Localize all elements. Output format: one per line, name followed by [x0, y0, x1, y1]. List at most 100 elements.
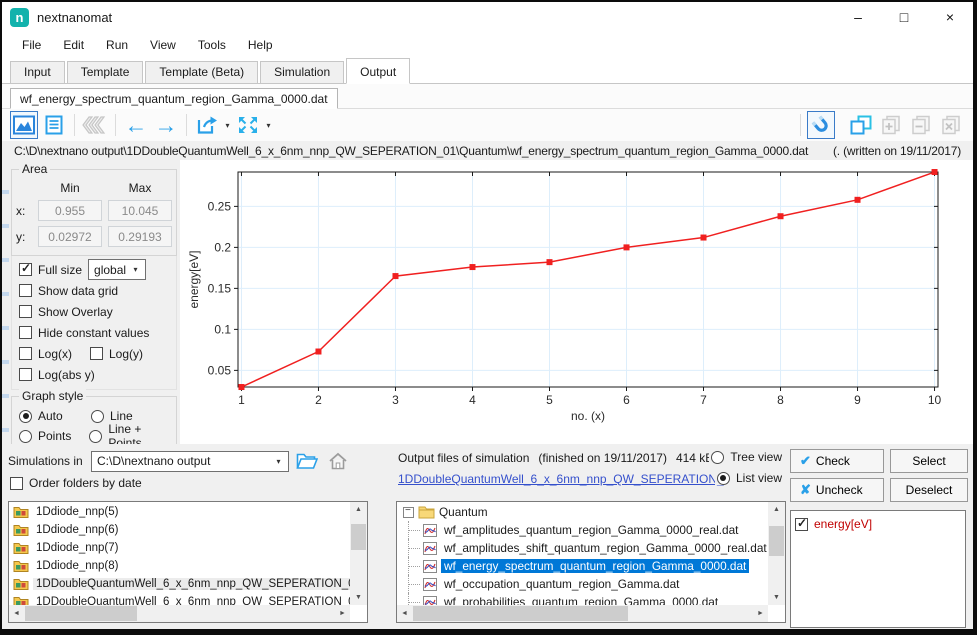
checkbox-box[interactable] [19, 368, 32, 381]
checkbox-box[interactable] [795, 518, 808, 531]
deselect-button[interactable]: Deselect [890, 478, 968, 502]
simulations-path-combobox[interactable]: C:\D\nextnano output [91, 451, 289, 472]
plot-page: Area Min Max x: 0.955 10.045 y: 0.02972 … [2, 160, 973, 444]
scroll-thumb[interactable] [413, 606, 628, 621]
vertical-scrollbar[interactable] [768, 502, 785, 605]
scroll-up-icon[interactable] [350, 502, 367, 517]
svg-text:8: 8 [777, 393, 784, 407]
list-view-radio[interactable]: List view [715, 471, 782, 485]
tab-simulation[interactable]: Simulation [260, 61, 344, 83]
checkbox-box[interactable] [19, 263, 32, 276]
y-min-field[interactable]: 0.02972 [38, 226, 102, 247]
tree-file-row[interactable]: wf_amplitudes_shift_quantum_region_Gamma… [398, 539, 768, 557]
export-button[interactable] [193, 111, 221, 139]
fullscreen-button[interactable] [234, 111, 262, 139]
splitter-handle[interactable] [2, 160, 9, 444]
folder-item[interactable]: 1Ddiode_nnp(6) [10, 521, 350, 539]
checkbox-box[interactable] [19, 305, 32, 318]
tab-input[interactable]: Input [10, 61, 65, 83]
uncheck-button[interactable]: Uncheck [790, 478, 884, 502]
radio-button[interactable] [711, 451, 724, 464]
radio-button[interactable] [19, 430, 32, 443]
tab-output[interactable]: Output [346, 58, 410, 84]
scroll-right-icon[interactable] [753, 605, 768, 622]
tree-file-row[interactable]: wf_occupation_quantum_region_Gamma.dat [398, 575, 768, 593]
order-folders-checkbox[interactable]: Order folders by date [8, 473, 370, 493]
app-logo-icon: n [10, 8, 29, 27]
forward-button[interactable]: → [152, 111, 180, 139]
checkbox-box[interactable] [19, 326, 32, 339]
menu-run[interactable]: Run [95, 38, 139, 52]
radio-points[interactable]: Points [19, 429, 89, 443]
dataset-item-energy[interactable]: energy[eV] [795, 516, 961, 532]
collapse-expander-icon[interactable] [403, 507, 414, 518]
radio-line[interactable]: Line [91, 409, 133, 423]
tree-file-row-selected[interactable]: wf_energy_spectrum_quantum_region_Gamma_… [398, 557, 768, 575]
log-x-checkbox[interactable] [19, 347, 32, 360]
scroll-thumb[interactable] [769, 526, 784, 556]
minimize-button[interactable]: – [835, 2, 881, 32]
tree-view-radio[interactable]: Tree view [709, 450, 782, 464]
snap-magnet-button[interactable] [807, 111, 835, 139]
checkbox-box[interactable] [10, 477, 23, 490]
tree-file-row[interactable]: wf_amplitudes_quantum_region_Gamma_0000_… [398, 521, 768, 539]
show-data-grid-checkbox[interactable]: Show data grid [12, 280, 176, 301]
radio-button[interactable] [91, 410, 104, 423]
scope-combobox[interactable]: global [88, 259, 146, 280]
menu-help[interactable]: Help [237, 38, 284, 52]
export-icon [196, 115, 218, 135]
show-overlay-checkbox[interactable]: Show Overlay [12, 301, 176, 322]
home-button[interactable] [325, 449, 351, 473]
svg-text:0.25: 0.25 [208, 199, 232, 213]
scroll-left-icon[interactable] [397, 605, 412, 622]
maximize-button[interactable]: □ [881, 2, 927, 32]
export-dropdown-caret[interactable] [223, 121, 232, 130]
select-button[interactable]: Select [890, 449, 968, 473]
browse-folder-button[interactable] [294, 449, 320, 473]
tab-template-beta[interactable]: Template (Beta) [145, 61, 258, 83]
menu-file[interactable]: File [11, 38, 52, 52]
tab-template[interactable]: Template [67, 61, 144, 83]
back-button[interactable]: ← [122, 111, 150, 139]
radio-button[interactable] [19, 410, 32, 423]
radio-button[interactable] [89, 430, 102, 443]
open-file-tab[interactable]: wf_energy_spectrum_quantum_region_Gamma_… [10, 88, 338, 109]
text-view-button[interactable] [40, 111, 68, 139]
scroll-down-icon[interactable] [768, 590, 785, 605]
simulation-link[interactable]: 1DDoubleQuantumWell_6_x_6nm_nnp_QW_SEPER… [398, 472, 737, 486]
horizontal-scrollbar[interactable] [9, 605, 350, 622]
folder-item[interactable]: 1Ddiode_nnp(5) [10, 503, 350, 521]
menu-tools[interactable]: Tools [187, 38, 237, 52]
scroll-thumb[interactable] [351, 524, 366, 550]
fullscreen-dropdown-caret[interactable] [264, 121, 273, 130]
checkbox-box[interactable] [19, 284, 32, 297]
scroll-thumb[interactable] [25, 606, 137, 621]
folder-item[interactable]: 1Ddiode_nnp(8) [10, 557, 350, 575]
close-button[interactable]: × [927, 2, 973, 32]
menu-edit[interactable]: Edit [52, 38, 95, 52]
scroll-up-icon[interactable] [768, 502, 785, 517]
tree-folder-row[interactable]: Quantum [398, 503, 768, 521]
scroll-left-icon[interactable] [9, 605, 24, 622]
hide-constant-values-checkbox[interactable]: Hide constant values [12, 322, 176, 343]
scroll-right-icon[interactable] [335, 605, 350, 622]
folder-item[interactable]: 1Ddiode_nnp(7) [10, 539, 350, 557]
x-max-field[interactable]: 10.045 [108, 200, 172, 221]
copy-pages-button[interactable] [847, 111, 875, 139]
log-abs-y-checkbox[interactable]: Log(abs y) [12, 364, 176, 385]
folder-item-selected[interactable]: 1DDoubleQuantumWell_6_x_6nm_nnp_QW_SEPER… [10, 575, 350, 593]
horizontal-scrollbar[interactable] [397, 605, 768, 622]
scroll-down-icon[interactable] [350, 590, 367, 605]
tree-file-row[interactable]: wf_probabilities_quantum_region_Gamma_00… [398, 593, 768, 605]
folder-item[interactable]: 1DDoubleQuantumWell_6_x_6nm_nnp_QW_SEPER… [10, 593, 350, 605]
vertical-scrollbar[interactable] [350, 502, 367, 605]
menu-view[interactable]: View [139, 38, 187, 52]
radio-auto[interactable]: Auto [19, 409, 91, 423]
check-button[interactable]: Check [790, 449, 884, 473]
x-min-field[interactable]: 0.955 [38, 200, 102, 221]
y-max-field[interactable]: 0.29193 [108, 226, 172, 247]
radio-button[interactable] [717, 472, 730, 485]
graph-view-button[interactable] [10, 111, 38, 139]
log-y-checkbox[interactable] [90, 347, 103, 360]
full-size-checkbox[interactable]: Full size global [12, 259, 176, 280]
